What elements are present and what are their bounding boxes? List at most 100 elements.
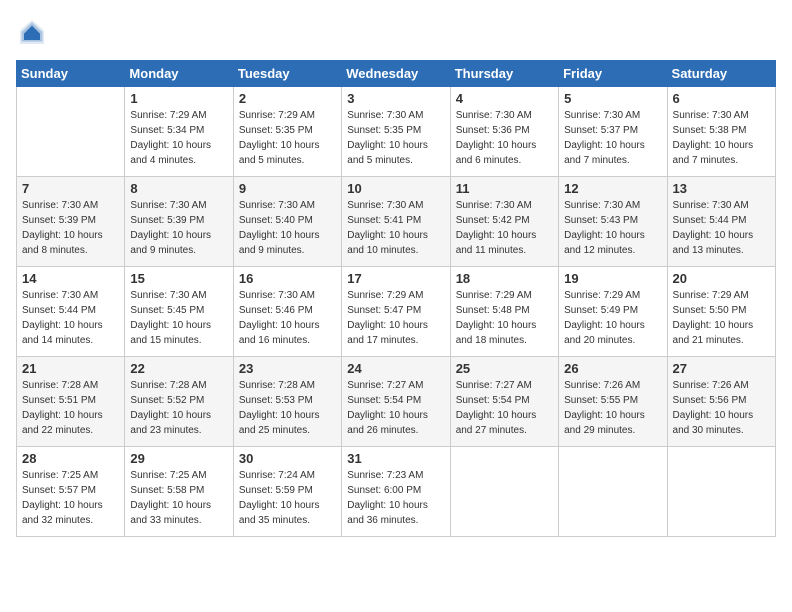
day-number: 10: [347, 181, 444, 196]
calendar-cell: [667, 447, 775, 537]
day-number: 24: [347, 361, 444, 376]
calendar-week-5: 28 Sunrise: 7:25 AM Sunset: 5:57 PM Dayli…: [17, 447, 776, 537]
calendar-cell: 19 Sunrise: 7:29 AM Sunset: 5:49 PM Dayli…: [559, 267, 667, 357]
calendar-week-3: 14 Sunrise: 7:30 AM Sunset: 5:44 PM Dayli…: [17, 267, 776, 357]
day-info: Sunrise: 7:30 AM Sunset: 5:37 PM Dayligh…: [564, 108, 661, 168]
calendar-cell: 13Sunrise: 7:30 AM Sunset: 5:44 PM Dayli…: [667, 177, 775, 267]
day-info: Sunrise: 7:29 AM Sunset: 5:47 PM Dayligh…: [347, 288, 444, 348]
calendar-cell: 24 Sunrise: 7:27 AM Sunset: 5:54 PM Dayli…: [342, 357, 450, 447]
calendar-cell: 22 Sunrise: 7:28 AM Sunset: 5:52 PM Dayli…: [125, 357, 233, 447]
calendar-cell: 8 Sunrise: 7:30 AM Sunset: 5:39 PM Daylig…: [125, 177, 233, 267]
header-day-thursday: Thursday: [450, 61, 558, 87]
calendar-cell: 17Sunrise: 7:29 AM Sunset: 5:47 PM Dayli…: [342, 267, 450, 357]
calendar-cell: 28 Sunrise: 7:25 AM Sunset: 5:57 PM Dayli…: [17, 447, 125, 537]
day-info: Sunrise: 7:28 AM Sunset: 5:53 PM Dayligh…: [239, 378, 336, 438]
day-number: 11: [456, 181, 553, 196]
calendar-cell: [17, 87, 125, 177]
day-info: Sunrise: 7:30 AM Sunset: 5:35 PM Dayligh…: [347, 108, 444, 168]
day-number: 30: [239, 451, 336, 466]
day-number: 16: [239, 271, 336, 286]
header-day-tuesday: Tuesday: [233, 61, 341, 87]
day-info: Sunrise: 7:29 AM Sunset: 5:48 PM Dayligh…: [456, 288, 553, 348]
day-number: 12: [564, 181, 661, 196]
day-number: 8: [130, 181, 227, 196]
calendar-cell: 6 Sunrise: 7:30 AM Sunset: 5:38 PM Daylig…: [667, 87, 775, 177]
day-info: Sunrise: 7:30 AM Sunset: 5:39 PM Dayligh…: [130, 198, 227, 258]
day-number: 29: [130, 451, 227, 466]
calendar-cell: [559, 447, 667, 537]
calendar-week-2: 7 Sunrise: 7:30 AM Sunset: 5:39 PM Daylig…: [17, 177, 776, 267]
calendar-cell: 12 Sunrise: 7:30 AM Sunset: 5:43 PM Dayli…: [559, 177, 667, 267]
calendar-body: 1 Sunrise: 7:29 AM Sunset: 5:34 PM Daylig…: [17, 87, 776, 537]
day-number: 25: [456, 361, 553, 376]
day-info: Sunrise: 7:30 AM Sunset: 5:43 PM Dayligh…: [564, 198, 661, 258]
day-number: 19: [564, 271, 661, 286]
calendar-cell: 7 Sunrise: 7:30 AM Sunset: 5:39 PM Daylig…: [17, 177, 125, 267]
day-info: Sunrise: 7:29 AM Sunset: 5:35 PM Dayligh…: [239, 108, 336, 168]
day-info: Sunrise: 7:30 AM Sunset: 5:44 PM Dayligh…: [22, 288, 119, 348]
header-day-friday: Friday: [559, 61, 667, 87]
calendar-cell: 1 Sunrise: 7:29 AM Sunset: 5:34 PM Daylig…: [125, 87, 233, 177]
day-number: 2: [239, 91, 336, 106]
day-info: Sunrise: 7:29 AM Sunset: 5:34 PM Dayligh…: [130, 108, 227, 168]
header-day-wednesday: Wednesday: [342, 61, 450, 87]
calendar-cell: 31Sunrise: 7:23 AM Sunset: 6:00 PM Dayli…: [342, 447, 450, 537]
day-number: 6: [673, 91, 770, 106]
calendar-cell: 30 Sunrise: 7:24 AM Sunset: 5:59 PM Dayli…: [233, 447, 341, 537]
day-info: Sunrise: 7:30 AM Sunset: 5:42 PM Dayligh…: [456, 198, 553, 258]
calendar-cell: 9 Sunrise: 7:30 AM Sunset: 5:40 PM Daylig…: [233, 177, 341, 267]
day-number: 20: [673, 271, 770, 286]
day-number: 1: [130, 91, 227, 106]
calendar-cell: 25 Sunrise: 7:27 AM Sunset: 5:54 PM Dayli…: [450, 357, 558, 447]
calendar-cell: 16 Sunrise: 7:30 AM Sunset: 5:46 PM Dayli…: [233, 267, 341, 357]
day-info: Sunrise: 7:27 AM Sunset: 5:54 PM Dayligh…: [347, 378, 444, 438]
day-info: Sunrise: 7:30 AM Sunset: 5:40 PM Dayligh…: [239, 198, 336, 258]
day-info: Sunrise: 7:30 AM Sunset: 5:46 PM Dayligh…: [239, 288, 336, 348]
calendar-cell: 29 Sunrise: 7:25 AM Sunset: 5:58 PM Dayli…: [125, 447, 233, 537]
calendar-cell: 14 Sunrise: 7:30 AM Sunset: 5:44 PM Dayli…: [17, 267, 125, 357]
calendar-cell: 4Sunrise: 7:30 AM Sunset: 5:36 PM Daylig…: [450, 87, 558, 177]
calendar-table: SundayMondayTuesdayWednesdayThursdayFrid…: [16, 60, 776, 537]
day-info: Sunrise: 7:29 AM Sunset: 5:50 PM Dayligh…: [673, 288, 770, 348]
day-info: Sunrise: 7:28 AM Sunset: 5:51 PM Dayligh…: [22, 378, 119, 438]
calendar-cell: 5Sunrise: 7:30 AM Sunset: 5:37 PM Daylig…: [559, 87, 667, 177]
calendar-cell: 15 Sunrise: 7:30 AM Sunset: 5:45 PM Dayli…: [125, 267, 233, 357]
day-number: 9: [239, 181, 336, 196]
day-info: Sunrise: 7:26 AM Sunset: 5:56 PM Dayligh…: [673, 378, 770, 438]
day-info: Sunrise: 7:25 AM Sunset: 5:57 PM Dayligh…: [22, 468, 119, 528]
day-info: Sunrise: 7:25 AM Sunset: 5:58 PM Dayligh…: [130, 468, 227, 528]
calendar-cell: 10 Sunrise: 7:30 AM Sunset: 5:41 PM Dayli…: [342, 177, 450, 267]
calendar-cell: 20 Sunrise: 7:29 AM Sunset: 5:50 PM Dayli…: [667, 267, 775, 357]
day-info: Sunrise: 7:30 AM Sunset: 5:39 PM Dayligh…: [22, 198, 119, 258]
day-number: 22: [130, 361, 227, 376]
day-info: Sunrise: 7:27 AM Sunset: 5:54 PM Dayligh…: [456, 378, 553, 438]
day-number: 26: [564, 361, 661, 376]
logo: [16, 16, 52, 48]
calendar-week-1: 1 Sunrise: 7:29 AM Sunset: 5:34 PM Daylig…: [17, 87, 776, 177]
calendar-cell: 26Sunrise: 7:26 AM Sunset: 5:55 PM Dayli…: [559, 357, 667, 447]
logo-icon: [16, 16, 48, 48]
day-number: 13: [673, 181, 770, 196]
day-number: 7: [22, 181, 119, 196]
day-number: 4: [456, 91, 553, 106]
calendar-cell: 2 Sunrise: 7:29 AM Sunset: 5:35 PM Daylig…: [233, 87, 341, 177]
day-number: 3: [347, 91, 444, 106]
day-info: Sunrise: 7:28 AM Sunset: 5:52 PM Dayligh…: [130, 378, 227, 438]
day-number: 28: [22, 451, 119, 466]
header-day-sunday: Sunday: [17, 61, 125, 87]
calendar-cell: [450, 447, 558, 537]
day-info: Sunrise: 7:30 AM Sunset: 5:38 PM Dayligh…: [673, 108, 770, 168]
day-info: Sunrise: 7:24 AM Sunset: 5:59 PM Dayligh…: [239, 468, 336, 528]
day-number: 27: [673, 361, 770, 376]
calendar-cell: 18 Sunrise: 7:29 AM Sunset: 5:48 PM Dayli…: [450, 267, 558, 357]
day-info: Sunrise: 7:23 AM Sunset: 6:00 PM Dayligh…: [347, 468, 444, 528]
day-number: 18: [456, 271, 553, 286]
day-info: Sunrise: 7:30 AM Sunset: 5:41 PM Dayligh…: [347, 198, 444, 258]
day-info: Sunrise: 7:30 AM Sunset: 5:45 PM Dayligh…: [130, 288, 227, 348]
calendar-cell: 21Sunrise: 7:28 AM Sunset: 5:51 PM Dayli…: [17, 357, 125, 447]
day-number: 15: [130, 271, 227, 286]
calendar-cell: 11 Sunrise: 7:30 AM Sunset: 5:42 PM Dayli…: [450, 177, 558, 267]
day-info: Sunrise: 7:29 AM Sunset: 5:49 PM Dayligh…: [564, 288, 661, 348]
day-number: 14: [22, 271, 119, 286]
calendar-cell: 23Sunrise: 7:28 AM Sunset: 5:53 PM Dayli…: [233, 357, 341, 447]
